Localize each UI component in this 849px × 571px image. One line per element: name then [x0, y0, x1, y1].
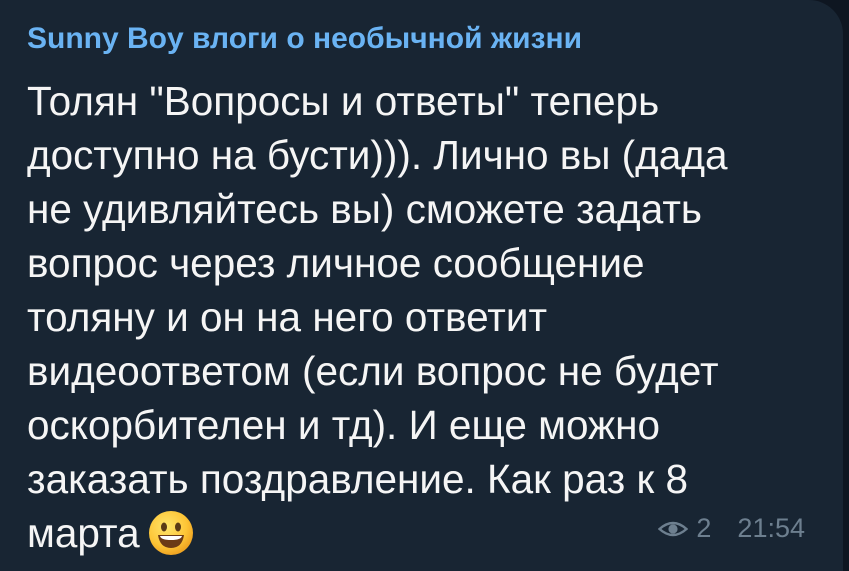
message-line: Толян "Вопросы и ответы" теперь [27, 78, 660, 124]
message-line: доступно на бусти))). Лично вы (дада [27, 132, 728, 178]
message-line: видеоответом (если вопрос не будет [27, 348, 719, 394]
message-line: вопрос через личное сообщение [27, 240, 645, 286]
message-meta: 2 21:54 [658, 513, 805, 544]
message-line: оскорбителен и тд). И еще можно [27, 402, 660, 448]
message-line: заказать поздравление. Как раз к 8 [27, 456, 688, 502]
smiling-face-emoji [148, 511, 193, 555]
eye-icon [658, 521, 689, 536]
message-line: толяну и он на него ответит [27, 294, 548, 340]
message-time: 21:54 [737, 513, 805, 543]
message-line: не удивляйтесь вы) сможете задать [27, 186, 702, 232]
channel-name[interactable]: Sunny Boy влоги о необычной жизни [27, 22, 582, 56]
message-line: марта [27, 510, 140, 556]
view-count: 2 [696, 513, 712, 543]
message-bubble[interactable]: Sunny Boy влоги о необычной жизни Толян … [0, 0, 843, 571]
message-text: Толян "Вопросы и ответы" теперь доступно… [27, 74, 827, 560]
